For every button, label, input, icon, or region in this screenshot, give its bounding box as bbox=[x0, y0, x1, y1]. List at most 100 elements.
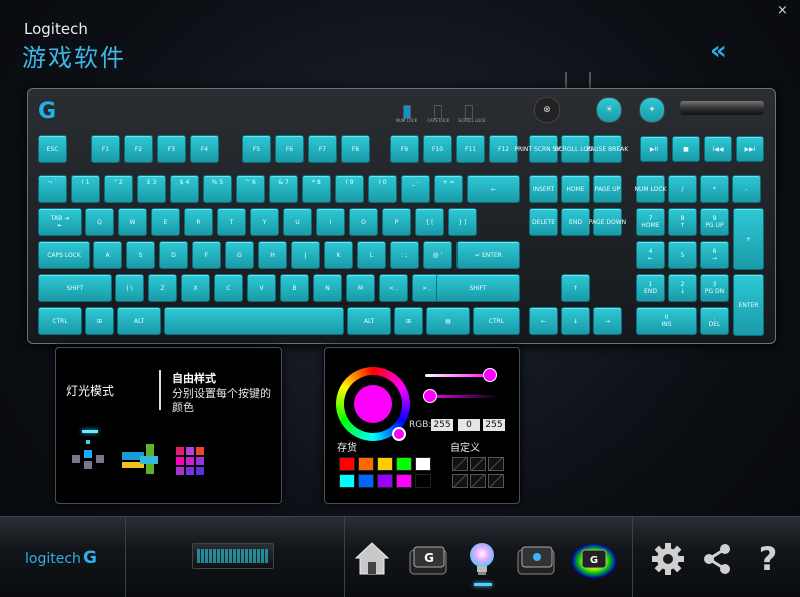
backlight-icon[interactable]: ☀ bbox=[596, 97, 622, 123]
key-nav[interactable]: INSERT bbox=[529, 175, 558, 203]
multi-key-mode-icon[interactable] bbox=[174, 445, 208, 477]
key-numpad[interactable]: * bbox=[700, 175, 729, 203]
key-media[interactable]: I◀◀ bbox=[704, 136, 732, 162]
key-rshift[interactable]: SHIFT bbox=[436, 274, 520, 302]
key[interactable]: % 5 bbox=[203, 175, 232, 203]
key-caps[interactable]: CAPS LOCK bbox=[38, 241, 90, 269]
preset-swatch[interactable] bbox=[339, 474, 355, 488]
key-numpad[interactable]: - bbox=[732, 175, 761, 203]
key-ctrl[interactable]: CTRL bbox=[38, 307, 82, 335]
rgb-green-input[interactable]: 0 bbox=[458, 419, 480, 431]
game-mode-icon[interactable]: ⊗ bbox=[534, 97, 560, 123]
key-alt[interactable]: ALT bbox=[347, 307, 391, 335]
volume-roller[interactable] bbox=[680, 101, 764, 115]
rgb-red-input[interactable]: 255 bbox=[431, 419, 453, 431]
key-numpad-enter[interactable]: ENTER bbox=[733, 274, 764, 336]
home-icon[interactable] bbox=[352, 539, 392, 579]
key-f5[interactable]: F5 bbox=[242, 135, 271, 163]
collapse-chevron-icon[interactable]: « bbox=[710, 36, 727, 66]
key-win[interactable]: ⊞ bbox=[394, 307, 423, 335]
key[interactable]: ( 9 bbox=[335, 175, 364, 203]
key[interactable]: L bbox=[357, 241, 386, 269]
key[interactable]: Z bbox=[148, 274, 177, 302]
key-lshift[interactable]: SHIFT bbox=[38, 274, 112, 302]
key-sys[interactable]: PRINT SCRN SYSRQ bbox=[514, 135, 573, 163]
key[interactable]: X bbox=[181, 274, 210, 302]
key-numpad-plus[interactable]: + bbox=[733, 208, 764, 270]
share-icon[interactable] bbox=[700, 541, 734, 577]
key[interactable]: Y bbox=[250, 208, 279, 236]
key[interactable]: V bbox=[247, 274, 276, 302]
key-f7[interactable]: F7 bbox=[308, 135, 337, 163]
key-numpad[interactable]: 2 ↓ bbox=[668, 274, 697, 302]
settings-gear-icon[interactable] bbox=[650, 541, 686, 577]
color-wheel[interactable] bbox=[336, 367, 410, 441]
brightness-icon[interactable]: ✦ bbox=[639, 97, 665, 123]
key[interactable]: P bbox=[382, 208, 411, 236]
key-numpad[interactable]: 3 PG DN bbox=[700, 274, 729, 302]
key-nav[interactable]: PAGE UP bbox=[593, 175, 622, 203]
key-f8[interactable]: F8 bbox=[341, 135, 370, 163]
key-nav[interactable]: HOME bbox=[561, 175, 590, 203]
key-f9[interactable]: F9 bbox=[390, 135, 419, 163]
key[interactable]: < , bbox=[379, 274, 408, 302]
close-button[interactable]: × bbox=[777, 3, 788, 18]
key[interactable]: } ] bbox=[448, 208, 477, 236]
key-esc[interactable]: ESC bbox=[38, 135, 67, 163]
key[interactable]: O bbox=[349, 208, 378, 236]
zone-mode-icon[interactable] bbox=[120, 444, 162, 476]
key[interactable]: * 8 bbox=[302, 175, 331, 203]
key-numpad-del[interactable]: . DEL bbox=[700, 307, 729, 335]
key[interactable]: E bbox=[151, 208, 180, 236]
key[interactable]: £ 3 bbox=[137, 175, 166, 203]
key-numpad[interactable]: 1 END bbox=[636, 274, 665, 302]
key-f4[interactable]: F4 bbox=[190, 135, 219, 163]
key-alt[interactable]: ALT bbox=[117, 307, 161, 335]
key-enter[interactable]: ↵ ENTER bbox=[457, 241, 520, 269]
custom-swatch-slot[interactable] bbox=[452, 457, 468, 471]
key[interactable]: I bbox=[316, 208, 345, 236]
key-sys[interactable]: SCROLL LOCK bbox=[555, 135, 596, 163]
lighting-bulb-icon[interactable] bbox=[464, 539, 500, 579]
preset-swatch[interactable] bbox=[358, 457, 374, 471]
key-backspace[interactable]: ← bbox=[467, 175, 520, 203]
device-thumbnail[interactable] bbox=[192, 543, 274, 569]
key[interactable]: : ; bbox=[390, 241, 419, 269]
key[interactable]: A bbox=[93, 241, 122, 269]
preset-swatch[interactable] bbox=[415, 474, 431, 488]
freestyle-mode-icon[interactable] bbox=[70, 430, 106, 470]
key-win[interactable]: ⊞ bbox=[85, 307, 114, 335]
key-numpad[interactable]: 8 ↑ bbox=[668, 208, 697, 236]
key[interactable]: U bbox=[283, 208, 312, 236]
key[interactable]: F bbox=[192, 241, 221, 269]
gear-key-icon[interactable] bbox=[516, 543, 558, 579]
key-media[interactable]: ▶▶I bbox=[736, 136, 764, 162]
key-numpad[interactable]: / bbox=[668, 175, 697, 203]
saturation-knob[interactable] bbox=[483, 368, 497, 382]
key[interactable]: N bbox=[313, 274, 342, 302]
key[interactable]: & 7 bbox=[269, 175, 298, 203]
key-f11[interactable]: F11 bbox=[456, 135, 485, 163]
key-nav[interactable]: PAGE DOWN bbox=[589, 208, 626, 236]
key[interactable]: $ 4 bbox=[170, 175, 199, 203]
key-space[interactable] bbox=[164, 307, 344, 335]
key[interactable]: " 2 bbox=[104, 175, 133, 203]
key[interactable]: | \ bbox=[115, 274, 144, 302]
preset-swatch[interactable] bbox=[377, 474, 393, 488]
key-numpad[interactable]: 9 PG UP bbox=[700, 208, 729, 236]
key-media[interactable]: ■ bbox=[672, 136, 700, 162]
key[interactable]: @ ' bbox=[423, 241, 452, 269]
rgb-blue-input[interactable]: 255 bbox=[483, 419, 505, 431]
key-up[interactable]: ↑ bbox=[561, 274, 590, 302]
key-arrow[interactable]: ↓ bbox=[561, 307, 590, 335]
key-nav[interactable]: END bbox=[561, 208, 590, 236]
preset-swatch[interactable] bbox=[415, 457, 431, 471]
key[interactable]: K bbox=[324, 241, 353, 269]
key-numpad[interactable]: 7 HOME bbox=[636, 208, 665, 236]
wheel-handle[interactable] bbox=[392, 427, 406, 441]
help-icon[interactable]: ? bbox=[752, 539, 784, 579]
heatmap-icon[interactable]: G bbox=[570, 541, 618, 581]
key-ctrl[interactable]: CTRL bbox=[473, 307, 520, 335]
key-numpad-0[interactable]: 0 INS bbox=[636, 307, 697, 335]
key[interactable]: M bbox=[346, 274, 375, 302]
